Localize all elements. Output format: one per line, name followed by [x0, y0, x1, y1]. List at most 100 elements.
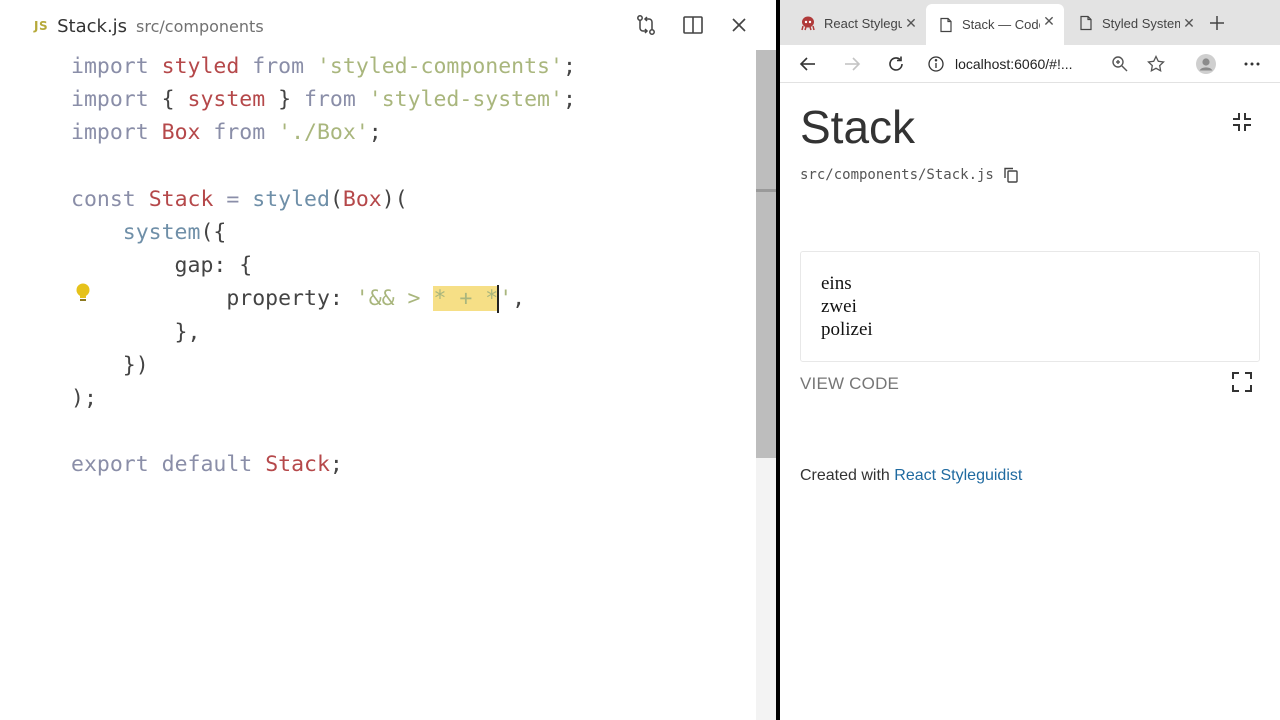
plus-icon [1210, 16, 1224, 30]
open-isolated-button[interactable] [1231, 371, 1253, 393]
code-line[interactable]: system({ [71, 216, 227, 249]
code-token: ; [329, 452, 343, 478]
scrollbar-cursor-marker [756, 189, 776, 192]
footer-text: Created with [800, 467, 895, 484]
code-token: property: [71, 286, 356, 312]
code-line[interactable]: gap: { [71, 249, 253, 282]
browser-tab-styled-system[interactable]: Styled System ✕ [1066, 6, 1204, 40]
code-token: ; [562, 54, 576, 79]
code-token: 'styled-components' [316, 54, 563, 79]
code-token: system [187, 87, 266, 113]
code-token: ; [368, 120, 382, 146]
code-line[interactable]: ); [71, 382, 97, 415]
component-title: Stack [800, 101, 916, 153]
browser-tab-react-styleguidist[interactable]: React Styleguidist ✕ [788, 6, 926, 40]
editor-tab-stack-js[interactable]: JS Stack.js src/components [34, 12, 264, 40]
code-token: = [226, 186, 240, 212]
code-token: './Box' [278, 120, 369, 146]
more-menu-button[interactable] [1237, 49, 1267, 79]
code-token: ' [499, 286, 513, 312]
code-line[interactable]: import { system } from 'styled-system'; [71, 83, 576, 116]
fullscreen-icon [1232, 372, 1252, 392]
reload-icon [889, 56, 903, 71]
styleguide-page: Stack src/components/Stack.js eins zwei … [780, 84, 1280, 720]
collapse-icon [1233, 113, 1251, 131]
code-token: )( [381, 186, 408, 212]
footer-link[interactable]: React Styleguidist [894, 467, 1022, 484]
split-editor-icon [683, 16, 703, 34]
editor-tab-path: src/components [136, 16, 264, 36]
editor-scrollbar-thumb[interactable] [756, 50, 776, 458]
close-icon [732, 18, 746, 32]
open-changes-button[interactable] [634, 13, 658, 37]
code-token: Box [161, 120, 201, 146]
back-button[interactable] [793, 49, 823, 79]
selected-text: * + * [433, 286, 499, 312]
code-line[interactable]: export default Stack; [71, 448, 343, 481]
favorite-button[interactable] [1141, 49, 1171, 79]
code-line[interactable]: import styled from 'styled-components'; [71, 50, 576, 83]
code-token: import [71, 54, 149, 79]
component-path: src/components/Stack.js [800, 166, 1020, 184]
code-token: , [512, 286, 526, 312]
code-token: Stack [265, 452, 330, 478]
code-token: import [71, 120, 149, 146]
code-token: system [122, 220, 201, 245]
split-editor-button[interactable] [681, 13, 705, 37]
browser-tab-title: Styled System [1102, 15, 1180, 31]
arrow-right-icon [845, 57, 861, 71]
page-favicon-icon [1080, 15, 1092, 31]
close-icon[interactable]: ✕ [1182, 16, 1196, 30]
js-file-icon: JS [34, 19, 49, 33]
code-token: import [71, 87, 149, 113]
info-icon [928, 56, 944, 72]
lightbulb-icon[interactable] [73, 282, 93, 304]
close-tab-button[interactable] [727, 13, 751, 37]
profile-button[interactable] [1191, 49, 1221, 79]
exit-isolation-button[interactable] [1231, 111, 1253, 133]
octopus-favicon-icon [801, 16, 815, 31]
close-icon[interactable]: ✕ [1042, 14, 1056, 28]
code-line[interactable]: const Stack = styled(Box)( [71, 183, 408, 216]
browser-tab-stack-code[interactable]: Stack — Code ✕ [926, 4, 1064, 45]
close-icon[interactable]: ✕ [904, 16, 918, 30]
editor-tab-filename: Stack.js [57, 15, 128, 37]
star-icon [1147, 55, 1165, 73]
copy-icon[interactable] [1002, 166, 1020, 184]
code-token: } [265, 87, 305, 113]
code-token: ( [329, 186, 343, 212]
code-token: 'styled-system' [368, 87, 563, 113]
component-path-text: src/components/Stack.js [800, 167, 994, 183]
code-token: ({ [200, 220, 227, 245]
forward-button[interactable] [837, 49, 867, 79]
code-token: from [252, 54, 305, 79]
preview-item: polizei [821, 319, 873, 340]
browser-tab-strip: React Styleguidist ✕ Stack — Code ✕ Styl… [780, 0, 1280, 45]
compare-changes-icon [637, 15, 655, 35]
code-token: Box [342, 186, 382, 212]
new-tab-button[interactable] [1204, 6, 1234, 40]
code-line[interactable]: }) [71, 349, 149, 382]
code-line[interactable]: property: '&& > * + *', [71, 282, 525, 315]
code-token: export [71, 452, 149, 478]
code-token: from [304, 87, 356, 113]
code-area[interactable]: import styled from 'styled-components'; i… [0, 48, 756, 720]
code-editor: JS Stack.js src/components import styled… [0, 0, 776, 720]
zoom-button[interactable] [1105, 49, 1135, 79]
code-line[interactable]: }, [71, 316, 201, 349]
view-code-button[interactable]: VIEW CODE [800, 374, 899, 394]
code-token: '&& > [355, 286, 434, 312]
reload-button[interactable] [881, 49, 911, 79]
code-line[interactable]: import Box from './Box'; [71, 116, 382, 149]
code-token: Stack [148, 186, 214, 212]
page-favicon-icon [940, 17, 952, 32]
